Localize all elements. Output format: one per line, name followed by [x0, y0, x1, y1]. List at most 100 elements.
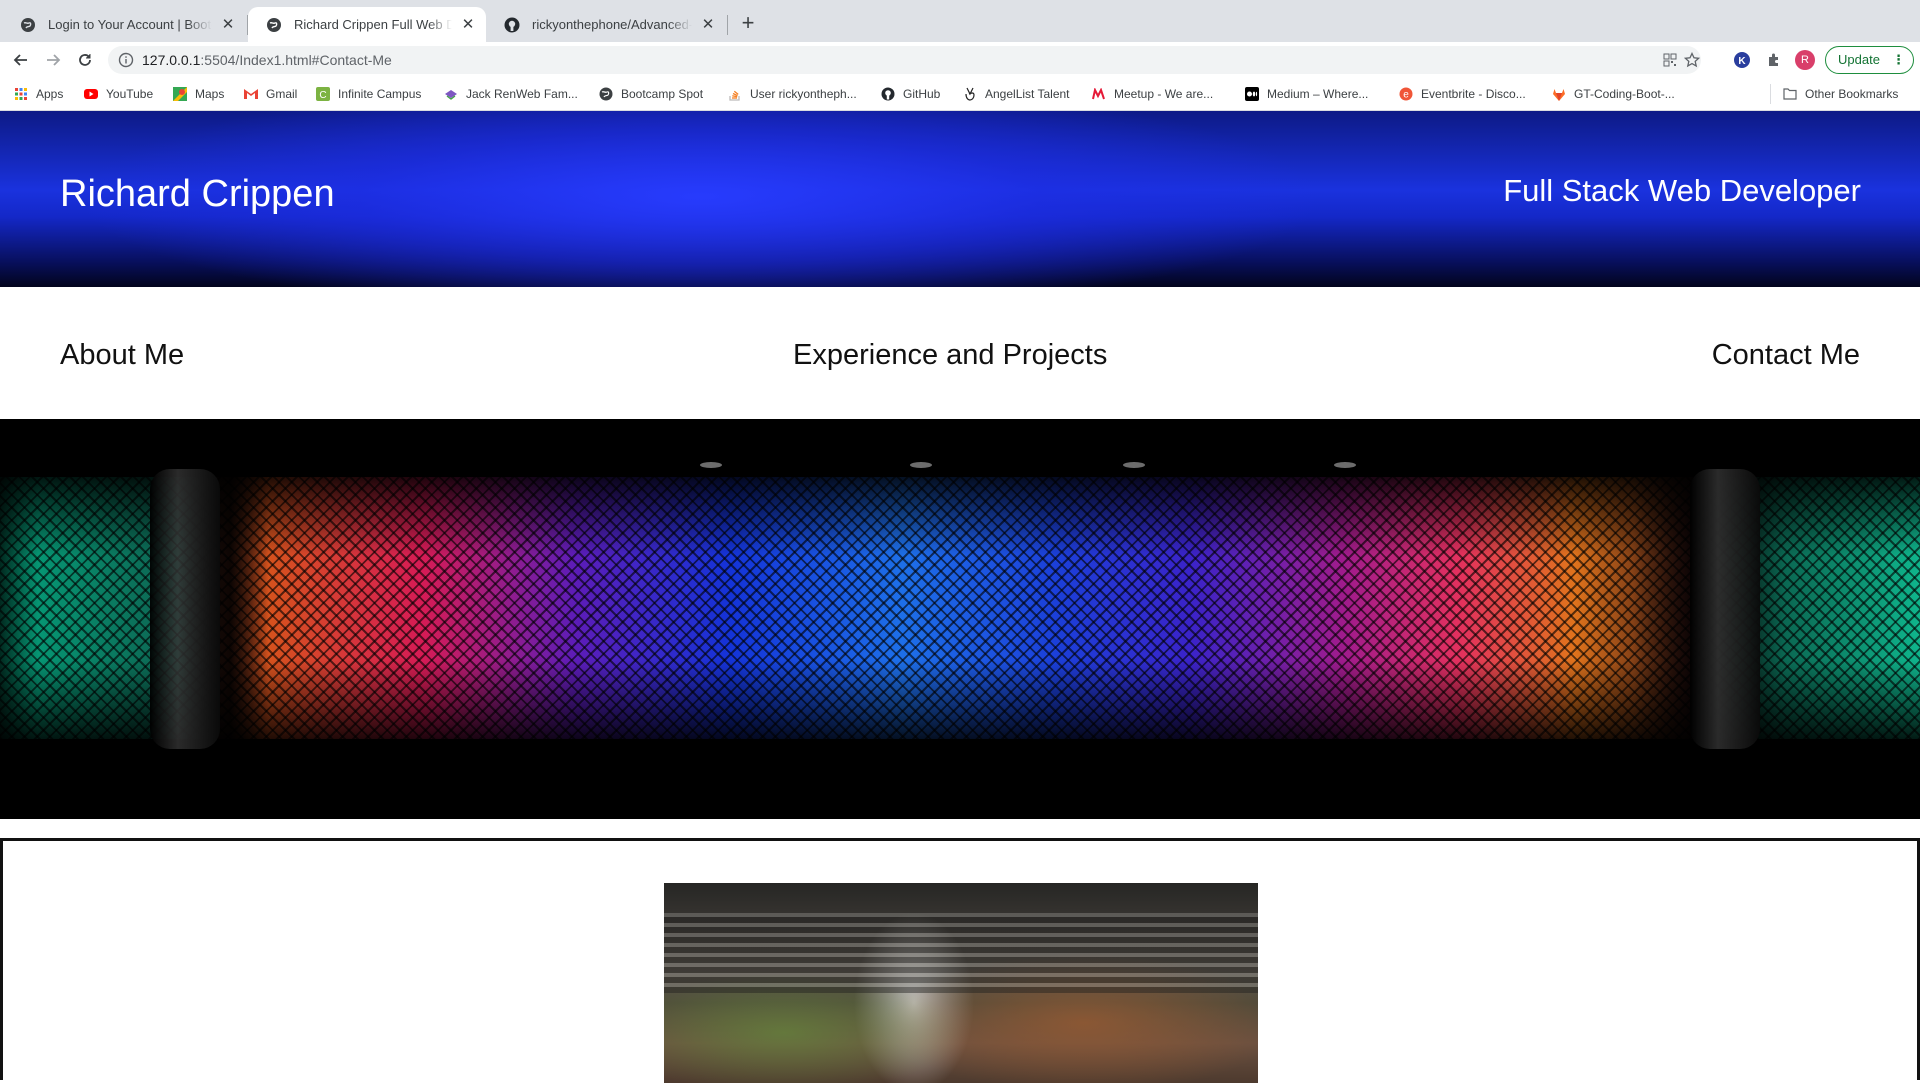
bookmark-stackoverflow[interactable]: User rickyontheph... — [728, 84, 857, 104]
qr-code-icon[interactable] — [1661, 51, 1679, 69]
close-icon[interactable]: ✕ — [460, 16, 476, 33]
maps-icon — [173, 87, 187, 101]
meetup-icon — [1092, 87, 1106, 101]
rivet — [700, 462, 722, 468]
site-name: Richard Crippen — [60, 173, 335, 215]
svg-text:K: K — [1738, 56, 1746, 67]
bookmark-infinite-campus[interactable]: C Infinite Campus — [316, 84, 421, 104]
bookmark-label: User rickyontheph... — [750, 87, 857, 101]
nav-link-about-me[interactable]: About Me — [60, 339, 184, 372]
bookmark-label: Bootcamp Spot — [621, 87, 704, 101]
svg-text:e: e — [1403, 90, 1409, 101]
tab-title: rickyonthephone/Advanced-CSS — [532, 17, 692, 32]
close-icon[interactable]: ✕ — [700, 16, 716, 33]
bookmarks-bar: Apps YouTube Maps Gmail C Infinite Campu… — [0, 77, 1920, 111]
bookmark-angellist[interactable]: AngelList Talent — [963, 84, 1070, 104]
tab-separator — [727, 15, 728, 35]
tab-bootcamp-login[interactable]: Login to Your Account | Bootcamp Spot ✕ — [2, 7, 246, 42]
waterfall-photo — [664, 883, 1258, 1083]
infinite-campus-icon: C — [316, 87, 330, 101]
browser-toolbar: 127.0.0.1:5504/Index1.html#Contact-Me K — [0, 42, 1920, 77]
bookmarks-divider — [1770, 84, 1771, 104]
bookmark-label: Gmail — [266, 87, 298, 101]
globe-icon — [266, 17, 282, 33]
tube-cap-right — [1690, 469, 1760, 749]
globe-icon — [599, 87, 613, 101]
angellist-icon — [963, 87, 977, 101]
puzzle-icon[interactable] — [1764, 50, 1784, 70]
bookmark-label: Apps — [36, 87, 64, 101]
rivet — [1334, 462, 1356, 468]
stackoverflow-icon — [728, 87, 742, 101]
svg-text:C: C — [319, 90, 326, 101]
bookmark-renweb[interactable]: Jack RenWeb Fam... — [444, 84, 578, 104]
folder-icon — [1783, 87, 1797, 101]
update-label: Update — [1838, 52, 1880, 67]
gitlab-icon — [1552, 87, 1566, 101]
bookmark-label: Maps — [195, 87, 225, 101]
speaker-grille-texture — [0, 477, 1920, 739]
bookmark-label: Eventbrite - Disco... — [1421, 87, 1526, 101]
bookmark-label: AngelList Talent — [985, 87, 1070, 101]
arrow-left-icon — [13, 54, 27, 66]
tube-cap-left — [150, 469, 220, 749]
about-section — [0, 838, 1920, 1083]
bookmark-label: Medium – Where... — [1267, 87, 1369, 101]
nav-link-contact-me[interactable]: Contact Me — [1712, 339, 1860, 372]
info-icon[interactable] — [118, 52, 134, 68]
bookmark-maps[interactable]: Maps — [173, 84, 224, 104]
star-icon[interactable] — [1683, 51, 1701, 69]
bookmark-gitlab[interactable]: GT-Coding-Boot-... — [1552, 84, 1675, 104]
profile-avatar[interactable]: R — [1795, 50, 1815, 70]
url-path: :5504/Index1.html#Contact-Me — [200, 52, 392, 68]
eventbrite-icon: e — [1399, 87, 1413, 101]
more-vert-icon[interactable]: ⋮ — [1892, 47, 1905, 73]
gmail-icon — [244, 87, 258, 101]
reload-icon — [79, 54, 91, 66]
globe-icon — [20, 17, 36, 33]
rivet — [910, 462, 932, 468]
arrow-right-icon — [47, 54, 61, 66]
tab-strip: Login to Your Account | Bootcamp Spot ✕ … — [0, 0, 1920, 42]
close-icon[interactable]: ✕ — [220, 16, 236, 33]
url-text: 127.0.0.1:5504/Index1.html#Contact-Me — [142, 52, 392, 68]
back-button[interactable] — [8, 47, 34, 73]
github-icon — [881, 87, 895, 101]
apps-grid-icon — [14, 87, 28, 101]
tab-github-repo[interactable]: rickyonthephone/Advanced-CSS ✕ — [486, 7, 726, 42]
site-header: Richard Crippen Full Stack Web Developer — [0, 111, 1920, 287]
update-button[interactable]: Update ⋮ — [1825, 46, 1914, 74]
bookmark-github[interactable]: GitHub — [881, 84, 940, 104]
bookmark-label: GitHub — [903, 87, 941, 101]
tab-richard-crippen[interactable]: Richard Crippen Full Web Developer ✕ — [248, 7, 486, 42]
tab-title: Login to Your Account | Bootcamp Spot — [48, 17, 212, 32]
bookmark-other-bookmarks[interactable]: Other Bookmarks — [1783, 84, 1898, 104]
bookmark-label: Other Bookmarks — [1805, 87, 1899, 101]
tab-title: Richard Crippen Full Web Developer — [294, 17, 452, 32]
bookmark-youtube[interactable]: YouTube — [84, 84, 153, 104]
bookmark-apps[interactable]: Apps — [14, 84, 63, 104]
youtube-icon — [84, 87, 98, 101]
hero-banner-image — [0, 419, 1920, 819]
reload-button[interactable] — [72, 47, 98, 73]
bookmark-eventbrite[interactable]: e Eventbrite - Disco... — [1399, 84, 1526, 104]
site-nav: About Me Experience and Projects Contact… — [0, 287, 1920, 419]
address-bar[interactable]: 127.0.0.1:5504/Index1.html#Contact-Me — [108, 46, 1701, 74]
medium-icon — [1245, 87, 1259, 101]
nav-link-experience-projects[interactable]: Experience and Projects — [793, 339, 1107, 372]
bookmark-label: Jack RenWeb Fam... — [466, 87, 578, 101]
bookmark-meetup[interactable]: Meetup - We are... — [1092, 84, 1213, 104]
bookmark-bootcamp-spot[interactable]: Bootcamp Spot — [599, 84, 703, 104]
bookmark-label: Infinite Campus — [338, 87, 422, 101]
renweb-icon — [444, 87, 458, 101]
bookmark-gmail[interactable]: Gmail — [244, 84, 297, 104]
forward-button[interactable] — [40, 47, 66, 73]
url-host: 127.0.0.1 — [142, 52, 201, 68]
extension-k-icon[interactable]: K — [1732, 50, 1752, 70]
site-role: Full Stack Web Developer — [1503, 173, 1861, 208]
bookmark-medium[interactable]: Medium – Where... — [1245, 84, 1368, 104]
bookmark-label: Meetup - We are... — [1114, 87, 1214, 101]
new-tab-button[interactable]: + — [737, 12, 759, 35]
rivet — [1123, 462, 1145, 468]
bookmark-label: GT-Coding-Boot-... — [1574, 87, 1675, 101]
